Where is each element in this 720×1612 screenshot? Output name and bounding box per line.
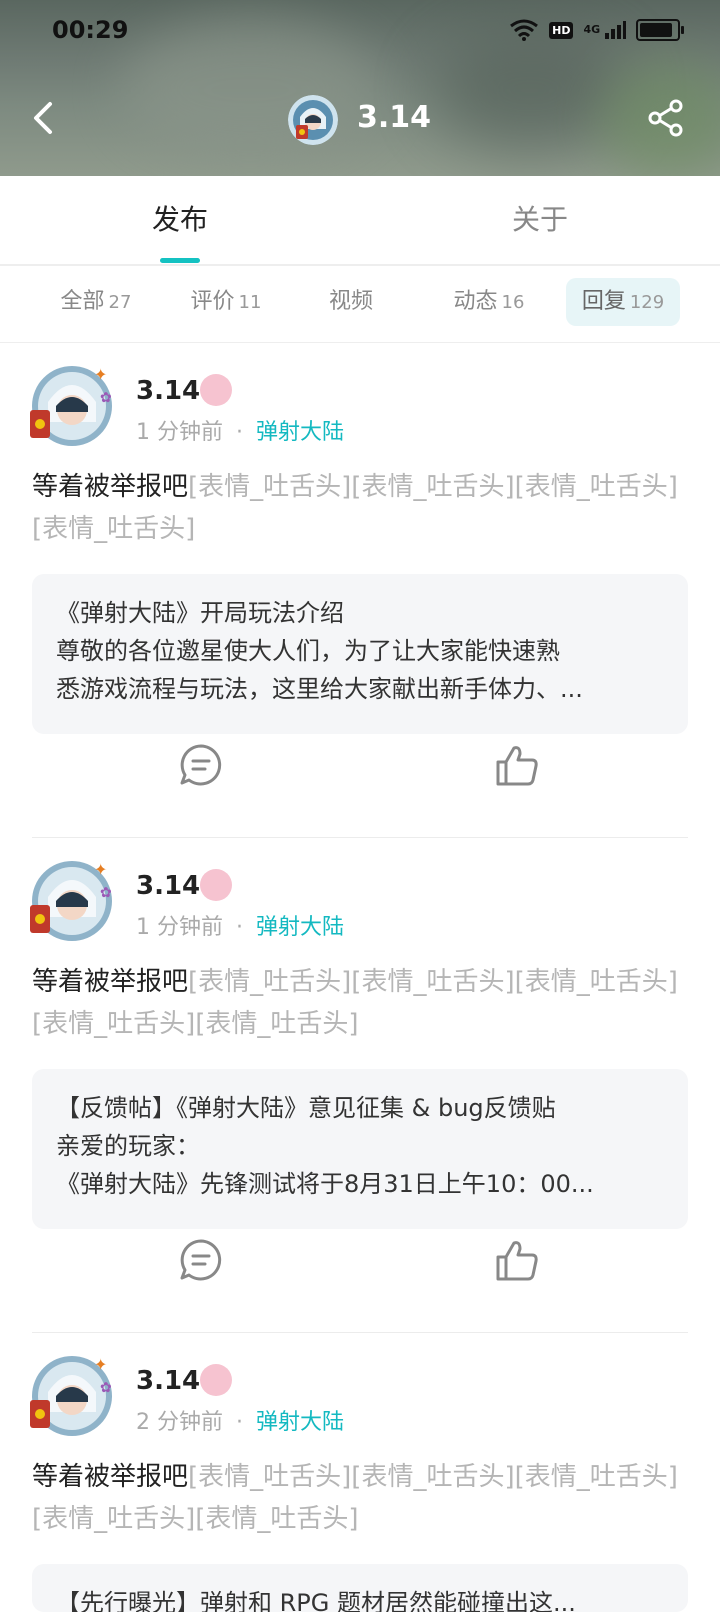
- filter-video[interactable]: 视频: [296, 278, 406, 326]
- post-divider: [32, 1332, 688, 1333]
- quoted-post-title: 《弹射大陆》开局玩法介绍: [56, 599, 344, 627]
- medal-icon: [200, 869, 232, 901]
- profile-header: 00:29 HD 4G 3.14: [0, 0, 720, 176]
- status-icons: HD 4G: [509, 18, 684, 42]
- quoted-post-line: 尊敬的各位邀星使大人们，为了让大家能快速熟: [56, 637, 560, 665]
- post-item[interactable]: ✦ ✿ 3.14 2 分钟前 · 弹射大陆 等着被举报吧[表情_吐舌头][表情_…: [0, 1352, 720, 1612]
- author-name[interactable]: 3.14: [136, 1366, 200, 1396]
- post-content: 等着被举报吧[表情_吐舌头][表情_吐舌头][表情_吐舌头][表情_吐舌头]: [32, 472, 678, 544]
- quoted-post-line: 亲爱的玩家：: [56, 1132, 200, 1160]
- tab-publish[interactable]: 发布: [90, 198, 270, 238]
- svg-text:✦: ✦: [94, 1355, 107, 1374]
- medal-icon: [200, 1364, 232, 1396]
- tab-about[interactable]: 关于: [450, 198, 630, 238]
- author-name[interactable]: 3.14: [136, 871, 200, 901]
- game-link[interactable]: 弹射大陆: [256, 1410, 344, 1435]
- filter-moment[interactable]: 动态 16: [424, 278, 554, 326]
- signal-icon: 4G: [583, 21, 626, 39]
- back-button[interactable]: [28, 98, 58, 138]
- medal-icon: [200, 374, 232, 406]
- author-avatar[interactable]: ✦ ✿: [24, 1352, 116, 1444]
- status-time: 00:29: [52, 16, 129, 44]
- post-meta: 1 分钟前 · 弹射大陆: [136, 915, 345, 940]
- battery-icon: [636, 19, 684, 41]
- svg-text:✦: ✦: [94, 365, 107, 384]
- post-divider: [32, 837, 688, 838]
- filter-tabs: 全部 27 评价 11 视频 动态 16 回复 129: [0, 266, 720, 343]
- quoted-post-line: 悉游戏流程与玩法，这里给大家献出新手体力、...: [56, 675, 583, 703]
- post-content: 等着被举报吧[表情_吐舌头][表情_吐舌头][表情_吐舌头][表情_吐舌头][表…: [32, 1462, 678, 1534]
- game-link[interactable]: 弹射大陆: [256, 915, 344, 940]
- header-title: 3.14: [357, 100, 432, 135]
- filter-review[interactable]: 评价 11: [166, 278, 286, 326]
- like-icon[interactable]: [494, 742, 540, 788]
- post-actions: [0, 1237, 720, 1297]
- header-avatar[interactable]: [288, 95, 338, 145]
- filter-reply[interactable]: 回复 129: [566, 278, 680, 326]
- tab-indicator: [160, 258, 200, 263]
- post-meta: 2 分钟前 · 弹射大陆: [136, 1410, 345, 1435]
- quoted-post-card[interactable]: 《弹射大陆》开局玩法介绍 尊敬的各位邀星使大人们，为了让大家能快速熟 悉游戏流程…: [32, 574, 688, 734]
- post-actions: [0, 742, 720, 802]
- post-content: 等着被举报吧[表情_吐舌头][表情_吐舌头][表情_吐舌头][表情_吐舌头][表…: [32, 967, 678, 1039]
- comment-icon[interactable]: [178, 742, 224, 788]
- svg-text:✿: ✿: [100, 885, 112, 901]
- post-item[interactable]: ✦ ✿ 3.14 1 分钟前 · 弹射大陆 等着被举报吧[表情_吐舌头][表情_…: [0, 857, 720, 1333]
- post-item[interactable]: ✦ ✿ 3.14 1 分钟前 · 弹射大陆 等着被举报吧[表情_吐舌头][表情_…: [0, 362, 720, 838]
- like-icon[interactable]: [494, 1237, 540, 1283]
- svg-text:✦: ✦: [94, 860, 107, 879]
- author-name[interactable]: 3.14: [136, 376, 200, 406]
- quoted-post-card[interactable]: 【先行曝光】弹射和 RPG 题材居然能碰撞出这...: [32, 1564, 688, 1612]
- svg-text:✿: ✿: [100, 1380, 112, 1396]
- quoted-post-title: 【先行曝光】弹射和 RPG 题材居然能碰撞出这...: [56, 1589, 576, 1612]
- hd-icon: HD: [549, 21, 574, 39]
- wifi-icon: [510, 19, 539, 41]
- author-avatar[interactable]: ✦ ✿: [24, 362, 116, 454]
- filter-all[interactable]: 全部 27: [36, 278, 156, 326]
- quoted-post-card[interactable]: 【反馈帖】《弹射大陆》意见征集 & bug反馈贴 亲爱的玩家： 《弹射大陆》先锋…: [32, 1069, 688, 1229]
- quoted-post-title: 【反馈帖】《弹射大陆》意见征集 & bug反馈贴: [56, 1094, 556, 1122]
- post-meta: 1 分钟前 · 弹射大陆: [136, 420, 345, 445]
- main-tabs: 发布 关于: [0, 176, 720, 266]
- author-avatar[interactable]: ✦ ✿: [24, 857, 116, 949]
- game-link[interactable]: 弹射大陆: [256, 420, 344, 445]
- svg-text:✿: ✿: [100, 390, 112, 406]
- quoted-post-line: 《弹射大陆》先锋测试将于8月31日上午10：00...: [56, 1170, 594, 1198]
- share-button[interactable]: [646, 98, 686, 138]
- comment-icon[interactable]: [178, 1237, 224, 1283]
